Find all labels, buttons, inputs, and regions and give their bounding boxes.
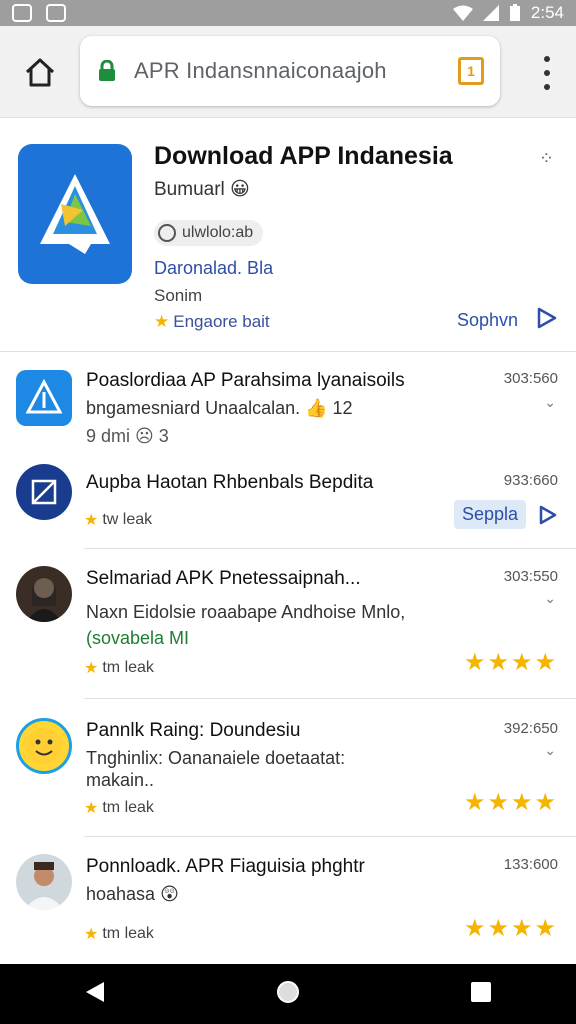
item-description: Naxn Eidolsie roaabape Andhoise Mnlo, — [86, 602, 406, 622]
play-icon[interactable] — [538, 504, 558, 531]
rating-label: tw leak — [102, 511, 153, 528]
rating-label: tm leak — [102, 799, 154, 816]
home-circle-icon — [276, 980, 299, 1003]
browser-toolbar: APR Indansnnaiconaajoh 1 — [0, 26, 576, 118]
app-logo-icon — [18, 144, 132, 284]
home-icon — [25, 58, 55, 87]
rating-label: tm leak — [102, 659, 154, 676]
list-item[interactable]: Selmariad APK Pnetessaipnah... Naxn Eido… — [0, 548, 576, 700]
star-rating: ★★★★ — [463, 915, 558, 942]
list-item[interactable]: Aupba Haotan Rhbenbals Bepdita 933:660 ★… — [0, 452, 576, 549]
avatar — [16, 718, 72, 774]
item-rating: ★ tm leak — [84, 924, 154, 944]
info-chip[interactable]: ulwlolo:ab — [154, 220, 264, 246]
app-icon — [16, 464, 72, 520]
rating-label: Engaore bait — [173, 312, 270, 331]
system-nav-bar — [0, 964, 576, 1024]
notification-icon — [12, 4, 32, 22]
star-icon: ★ — [84, 926, 99, 943]
menu-dot-icon — [544, 70, 550, 76]
home-nav-button[interactable] — [275, 979, 301, 1010]
tab-count: 1 — [467, 63, 475, 79]
item-title: Selmariad APK Pnetessaipnah... — [86, 568, 361, 589]
item-size: 392:650 — [503, 720, 558, 737]
overflow-menu-button[interactable] — [542, 56, 552, 90]
item-size: 933:660 — [503, 472, 558, 489]
item-description: bngamesniard Unaalcalan. 👍 12 — [86, 398, 353, 418]
item-size: 303:550 — [503, 568, 558, 585]
item-rating: ★ tm leak — [84, 798, 154, 818]
item-title: Pannlk Raing: Doundesiu — [86, 720, 301, 741]
item-size: 133:600 — [503, 856, 558, 873]
app-rating: ★ Engaore bait — [154, 312, 270, 332]
lock-icon — [96, 60, 118, 82]
status-bar: 2:54 — [0, 0, 576, 26]
item-description: Tnghinlix: Oananaiele doetaatat: — [86, 748, 346, 768]
recents-icon — [470, 981, 491, 1002]
star-icon: ★ — [84, 512, 99, 529]
recents-button[interactable] — [470, 981, 492, 1008]
menu-dot-icon — [544, 56, 550, 62]
star-icon: ★ — [84, 660, 99, 677]
divider — [84, 698, 576, 699]
star-rating: ★★★★ — [463, 789, 558, 816]
tab-switcher-button[interactable]: 1 — [458, 57, 484, 85]
chevron-down-icon[interactable]: ⌄ — [544, 590, 556, 607]
star-icon: ★ — [154, 312, 170, 331]
item-developer: (sovabela MI — [86, 628, 190, 648]
item-description: hoahasa 😲 — [86, 884, 179, 904]
chevron-down-icon[interactable]: ⌄ — [544, 742, 556, 759]
install-button[interactable]: Seppla — [453, 500, 526, 529]
chevron-down-icon[interactable]: ⌄ — [544, 394, 556, 411]
app-title: Download APP Indanesia — [154, 142, 453, 170]
avatar — [16, 566, 72, 622]
item-title: Poaslordiaa AP Parahsima lyanaisoils — [86, 370, 405, 391]
item-description-more: makain.. — [86, 770, 155, 790]
play-icon[interactable] — [536, 306, 558, 335]
hero-action-link[interactable]: Sophvn — [457, 310, 518, 331]
battery-icon — [509, 4, 520, 21]
menu-dot-icon — [544, 84, 550, 90]
url-text: APR Indansnnaiconaajoh — [134, 58, 387, 83]
wifi-icon — [452, 5, 473, 21]
app-meta: Sonim — [154, 286, 203, 305]
item-rating: ★ tw leak — [84, 510, 152, 530]
avatar — [16, 854, 72, 910]
item-stats: 9 dmi ☹ 3 — [86, 426, 169, 446]
app-icon — [16, 370, 72, 426]
item-rating: ★ tm leak — [84, 658, 154, 678]
image-notification-icon — [46, 4, 66, 22]
status-time: 2:54 — [530, 3, 564, 22]
rating-label: tm leak — [102, 925, 154, 942]
item-title: Ponnloadk. APR Fiaguisia phghtr — [86, 856, 365, 877]
download-link[interactable]: Daronalad. Bla — [154, 258, 273, 279]
chip-label: ulwlolo:ab — [182, 224, 254, 241]
item-title: Aupba Haotan Rhbenbals Bepdita — [86, 472, 374, 493]
star-icon: ★ — [84, 800, 99, 817]
item-size: 303:560 — [503, 370, 558, 387]
back-button[interactable] — [84, 980, 106, 1009]
list-item[interactable]: Pannlk Raing: Doundesiu Tnghinlix: Oanan… — [0, 700, 576, 838]
signal-icon — [482, 5, 499, 21]
list-item[interactable]: Poaslordiaa AP Parahsima lyanaisoils bng… — [0, 352, 576, 452]
app-developer: Bumuarl 😀 — [154, 179, 250, 200]
share-icon[interactable]: ⁘ — [539, 148, 554, 169]
list-item[interactable]: Ponnloadk. APR Fiaguisia phghtr hoahasa … — [0, 838, 576, 964]
back-icon — [86, 981, 105, 1002]
featured-app-card[interactable]: Download APP Indanesia ⁘ Bumuarl 😀 ulwlo… — [0, 118, 576, 352]
divider — [84, 836, 576, 837]
address-bar[interactable]: APR Indansnnaiconaajoh 1 — [80, 36, 500, 106]
home-button[interactable] — [20, 52, 60, 92]
star-rating: ★★★★ — [463, 649, 558, 676]
clock-icon — [158, 224, 176, 242]
